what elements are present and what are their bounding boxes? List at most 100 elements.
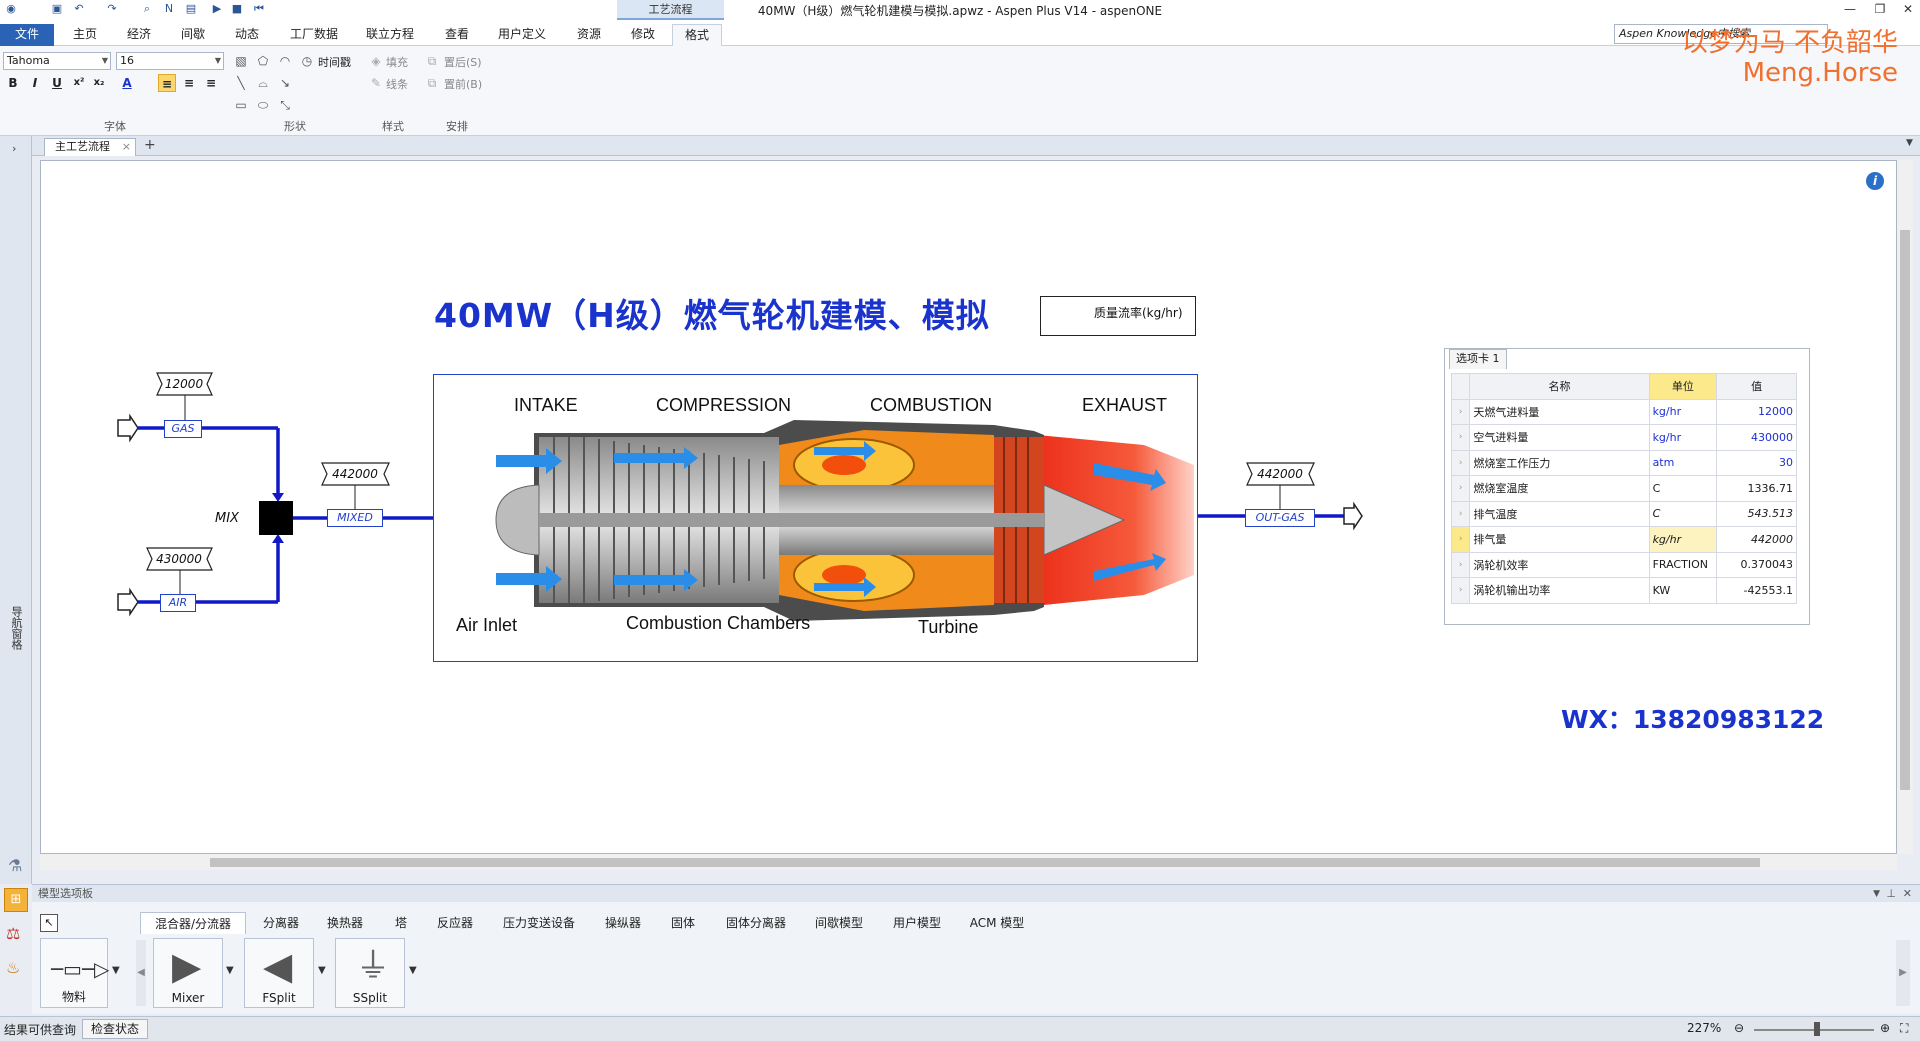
zoom-in-icon[interactable]: ⊕	[1880, 1021, 1890, 1035]
palette-tab-reactors[interactable]: 反应器	[428, 912, 482, 934]
flask-icon[interactable]: ⚗	[8, 856, 22, 875]
pin-icon[interactable]: ⊥	[1886, 885, 1896, 903]
select-pointer-icon[interactable]: ↖	[40, 914, 58, 932]
row-name: 涡轮机输出功率	[1469, 577, 1650, 604]
gas-turbine-block[interactable]: INTAKE COMPRESSION COMBUSTION EXHAUST Ai…	[433, 374, 1198, 662]
palette-tab-columns[interactable]: 塔	[384, 912, 418, 934]
palette-item-material-stream[interactable]: ─▭─▷ 物料	[40, 938, 110, 1008]
stream-arrow-icon: ─▭─▷	[51, 957, 110, 981]
row-name: 燃烧室温度	[1469, 475, 1650, 502]
properties-icon[interactable]: ⚖	[6, 924, 20, 943]
gas-turbine-illustration	[495, 420, 1194, 621]
palette-tab-solids[interactable]: 固体	[662, 912, 704, 934]
energy-icon[interactable]: ♨	[6, 958, 20, 977]
combustion-label: COMBUSTION	[870, 395, 993, 415]
outgas-flow-tag[interactable]: 442000	[1249, 463, 1311, 485]
table-row[interactable]: › 空气进料量 kg/hr 430000	[1450, 424, 1797, 451]
palette-item-label: SSplit	[352, 991, 388, 1005]
results-tab[interactable]: 选项卡 1	[1449, 349, 1507, 369]
close-palette-icon[interactable]: ✕	[1903, 885, 1912, 903]
row-handle[interactable]: ›	[1450, 398, 1471, 425]
gas-stream-label[interactable]: GAS	[164, 420, 202, 438]
row-unit: atm	[1648, 449, 1718, 476]
palette-tab-acm-models[interactable]: ACM 模型	[962, 912, 1032, 934]
palette-tab-separators[interactable]: 分离器	[254, 912, 308, 934]
compression-label: COMPRESSION	[656, 395, 792, 415]
row-name: 天燃气进料量	[1469, 398, 1650, 425]
palette-tab-solids-separators[interactable]: 固体分离器	[718, 912, 794, 934]
air-arrowhead	[272, 534, 284, 543]
turbine-label: Turbine	[918, 617, 979, 637]
palette-tab-batch-models[interactable]: 间歇模型	[806, 912, 872, 934]
table-row[interactable]: › 燃烧室温度 C 1336.71	[1450, 475, 1797, 502]
palette-item-ssplit[interactable]: ⏚ SSplit	[335, 938, 405, 1008]
ssplit-icon: ⏚	[356, 946, 390, 986]
palette-tab-user-models[interactable]: 用户模型	[884, 912, 950, 934]
row-unit: FRACTION	[1648, 551, 1718, 578]
row-handle[interactable]: ›	[1450, 475, 1471, 502]
results-table-panel[interactable]: 选项卡 1 名称 单位 值 › 天燃气进料量 kg/hr 12000 › 空气进…	[1444, 348, 1810, 625]
air-flow-tag[interactable]: 430000	[148, 548, 210, 570]
table-row[interactable]: › 涡轮机输出功率 KW -42553.1	[1450, 577, 1797, 604]
scroll-right-icon[interactable]: ▶	[1896, 940, 1910, 1006]
chevron-down-icon[interactable]: ▼	[112, 965, 120, 976]
palette-item-mixer[interactable]: ▶ Mixer	[153, 938, 223, 1008]
status-bar: 结果可供查询 检查状态 227% ⊖ ⊕ ⛶	[0, 1016, 1920, 1041]
exhaust-label: EXHAUST	[1082, 395, 1168, 415]
mixed-flow-tag[interactable]: 442000	[324, 463, 386, 485]
row-handle[interactable]: ›	[1450, 526, 1471, 553]
column-header-unit[interactable]: 单位	[1648, 373, 1718, 400]
legend-label: 质量流率(kg/hr)	[1094, 306, 1183, 320]
gas-flow-tag[interactable]: 12000	[153, 373, 215, 395]
zoom-slider-thumb[interactable]	[1814, 1022, 1820, 1036]
contact-text[interactable]: WX：13820983122	[1561, 700, 1824, 736]
mixer-block[interactable]	[259, 501, 293, 535]
row-value: -42553.1	[1716, 577, 1797, 604]
chevron-down-icon[interactable]: ▼	[409, 965, 417, 976]
palette-tab-exchangers[interactable]: 换热器	[318, 912, 372, 934]
row-handle[interactable]: ›	[1450, 551, 1471, 578]
mixed-stream-label[interactable]: MIXED	[327, 509, 383, 527]
row-handle[interactable]: ›	[1450, 449, 1471, 476]
palette-item-fsplit[interactable]: ◀ FSplit	[244, 938, 314, 1008]
palette-tab-mixers-splitters[interactable]: 混合器/分流器	[140, 912, 246, 934]
table-row[interactable]: › 燃烧室工作压力 atm 30	[1450, 449, 1797, 476]
palette-tab-pressure-changers[interactable]: 压力变送设备	[496, 912, 582, 934]
zoom-out-icon[interactable]: ⊖	[1734, 1021, 1744, 1035]
palette-menu-icon[interactable]: ▼	[1873, 885, 1880, 903]
combustion-chambers-label: Combustion Chambers	[626, 613, 811, 633]
table-row-selected[interactable]: › 排气量 kg/hr 442000	[1450, 526, 1797, 553]
table-row[interactable]: › 天燃气进料量 kg/hr 12000	[1450, 398, 1797, 425]
column-header-value[interactable]: 值	[1716, 373, 1797, 400]
mixer-label: MIX	[215, 511, 239, 526]
chevron-down-icon[interactable]: ▼	[318, 965, 326, 976]
palette-item-label: Mixer	[171, 991, 205, 1005]
air-feed-arrow	[117, 587, 139, 617]
palette-item-label: FSplit	[262, 991, 296, 1005]
fit-screen-icon[interactable]: ⛶	[1900, 1021, 1908, 1036]
mixer-icon: ▶	[172, 944, 202, 988]
zoom-level: 227%	[1687, 1021, 1722, 1035]
check-status-button[interactable]: 检查状态	[82, 1019, 149, 1039]
model-palette-toggle-icon[interactable]: ⊞	[4, 888, 28, 912]
flowsheet-title[interactable]: 40MW（H级）燃气轮机建模、模拟	[434, 289, 990, 337]
air-stream-label[interactable]: AIR	[160, 594, 196, 612]
results-grid: 名称 单位 值 › 天燃气进料量 kg/hr 12000 › 空气进料量 kg/…	[1450, 373, 1797, 604]
scroll-left-icon[interactable]: ◀	[136, 940, 146, 1006]
air-inlet-label: Air Inlet	[456, 615, 518, 635]
column-header-name[interactable]: 名称	[1469, 373, 1650, 400]
row-value: 442000	[1716, 526, 1797, 553]
row-handle[interactable]: ›	[1450, 424, 1471, 451]
row-handle[interactable]: ›	[1450, 577, 1471, 604]
table-header-row: 名称 单位 值	[1450, 373, 1797, 400]
row-unit: kg/hr	[1648, 398, 1718, 425]
row-unit: kg/hr	[1648, 526, 1718, 553]
palette-title: 模型选项板	[38, 887, 93, 900]
table-row[interactable]: › 排气温度 C 543.513	[1450, 500, 1797, 527]
table-row[interactable]: › 涡轮机效率 FRACTION 0.370043	[1450, 551, 1797, 578]
row-name: 空气进料量	[1469, 424, 1650, 451]
row-handle[interactable]: ›	[1450, 500, 1471, 527]
palette-tab-manipulators[interactable]: 操纵器	[596, 912, 650, 934]
outgas-stream-label[interactable]: OUT-GAS	[1245, 509, 1315, 527]
chevron-down-icon[interactable]: ▼	[226, 965, 234, 976]
